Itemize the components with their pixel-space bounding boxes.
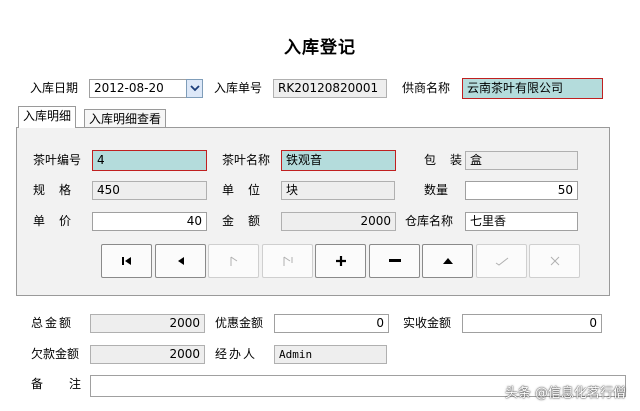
discount-label: 优惠金额 xyxy=(215,316,264,330)
order-label: 入库单号 xyxy=(214,81,263,95)
spec-field[interactable]: 450 xyxy=(92,181,207,200)
tea-name-label: 茶叶名称 xyxy=(222,153,271,167)
tea-code-label: 茶叶编号 xyxy=(33,153,82,167)
first-record-button[interactable] xyxy=(101,244,152,278)
tab-detail[interactable]: 入库明细 xyxy=(18,106,77,128)
add-record-button[interactable] xyxy=(315,244,366,278)
watermark-text: 头条 @信息化茗行僧 xyxy=(504,386,626,401)
handler-field[interactable]: Admin xyxy=(274,345,387,364)
last-record-button[interactable] xyxy=(262,244,313,278)
tab-detail-view[interactable]: 入库明细查看 xyxy=(84,109,167,128)
warehouse-label: 仓库名称 xyxy=(405,214,454,228)
next-record-button[interactable] xyxy=(208,244,259,278)
received-label: 实收金额 xyxy=(403,316,452,330)
tea-code-field[interactable]: 4 xyxy=(92,150,207,171)
plus-icon xyxy=(335,256,346,266)
prev-icon xyxy=(177,257,184,265)
delete-record-button[interactable] xyxy=(369,244,420,278)
unit-field[interactable]: 块 xyxy=(281,181,395,200)
date-field[interactable]: 2012-08-20 xyxy=(89,79,187,98)
owed-amount-field[interactable]: 2000 xyxy=(90,345,205,364)
discount-amount-field[interactable]: 0 xyxy=(274,314,389,333)
supplier-label: 供商名称 xyxy=(402,81,451,95)
prev-record-button[interactable] xyxy=(155,244,206,278)
total-amount-field[interactable]: 2000 xyxy=(90,314,205,333)
package-field[interactable]: 盒 xyxy=(465,151,578,170)
owed-label: 欠款金额 xyxy=(31,347,80,361)
check-icon xyxy=(495,257,508,266)
date-dropdown-button[interactable] xyxy=(186,79,203,98)
first-icon xyxy=(121,257,131,265)
supplier-field[interactable]: 云南茶叶有限公司 xyxy=(462,78,603,99)
received-amount-field[interactable]: 0 xyxy=(462,314,602,333)
edit-record-button[interactable] xyxy=(422,244,473,278)
last-icon xyxy=(283,256,292,266)
page-title: 入库登记 xyxy=(284,38,356,58)
warehouse-field[interactable]: 七里香 xyxy=(465,212,578,231)
amount-label: 金额 xyxy=(222,214,275,228)
amount-field[interactable]: 2000 xyxy=(281,212,396,231)
date-label: 入库日期 xyxy=(30,81,79,95)
price-field[interactable]: 40 xyxy=(92,212,207,231)
tea-name-field[interactable]: 铁观音 xyxy=(281,150,396,171)
price-label: 单价 xyxy=(33,214,86,228)
next-icon xyxy=(230,256,237,266)
cancel-icon xyxy=(550,256,559,266)
total-label: 总金额 xyxy=(31,316,74,330)
cancel-record-button[interactable] xyxy=(529,244,580,278)
order-number-field[interactable]: RK20120820001 xyxy=(273,79,387,98)
quantity-field[interactable]: 50 xyxy=(465,181,578,200)
unit-label: 单位 xyxy=(222,183,275,197)
up-icon xyxy=(442,258,453,264)
chevron-down-icon xyxy=(189,85,200,92)
handler-label: 经办人 xyxy=(215,347,258,361)
minus-icon xyxy=(388,259,401,262)
save-record-button[interactable] xyxy=(476,244,527,278)
quantity-label: 数量 xyxy=(424,183,449,197)
spec-label: 规格 xyxy=(33,183,86,197)
